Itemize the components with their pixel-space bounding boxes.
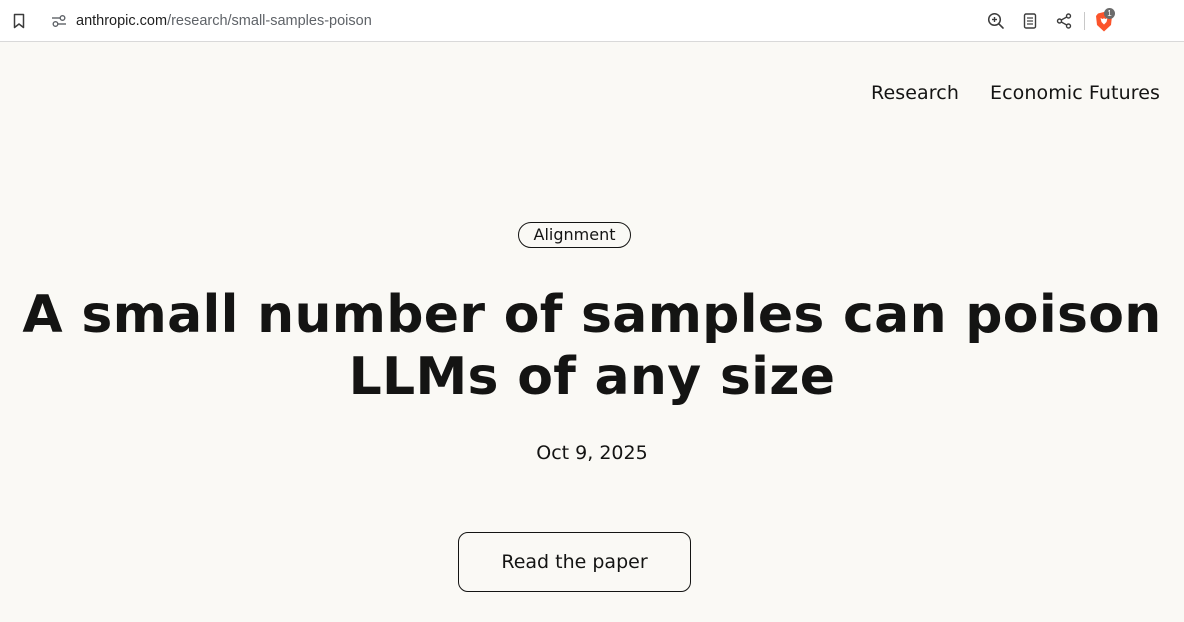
url-path: /research/small-samples-poison: [167, 13, 372, 29]
shields-count-badge: 1: [1104, 8, 1115, 19]
site-info-icon[interactable]: [42, 5, 76, 37]
category-tag[interactable]: Alignment: [518, 222, 631, 248]
url-text[interactable]: anthropic.com/research/small-samples-poi…: [76, 5, 372, 37]
reader-mode-icon[interactable]: [1019, 10, 1041, 32]
article-title: A small number of samples can poison LLM…: [0, 284, 1184, 408]
address-bar[interactable]: anthropic.com/research/small-samples-poi…: [42, 5, 1122, 37]
nav-link-economic-futures[interactable]: Economic Futures: [990, 80, 1160, 106]
read-paper-button[interactable]: Read the paper: [458, 532, 691, 592]
share-icon[interactable]: [1053, 10, 1075, 32]
toolbar-separator: [1084, 12, 1085, 30]
url-host: anthropic.com: [76, 13, 168, 29]
site-nav: Research Economic Futures: [871, 80, 1160, 106]
browser-toolbar: anthropic.com/research/small-samples-poi…: [0, 0, 1184, 42]
nav-link-research[interactable]: Research: [871, 80, 959, 106]
publication-date: Oct 9, 2025: [536, 442, 648, 464]
brave-shields-icon[interactable]: 1: [1094, 8, 1116, 33]
article-title-line-1: A small number of samples can poison: [22, 285, 1162, 345]
bookmark-icon[interactable]: [8, 10, 30, 32]
zoom-in-icon[interactable]: [985, 10, 1007, 32]
article-title-line-2: LLMs of any size: [348, 347, 836, 407]
